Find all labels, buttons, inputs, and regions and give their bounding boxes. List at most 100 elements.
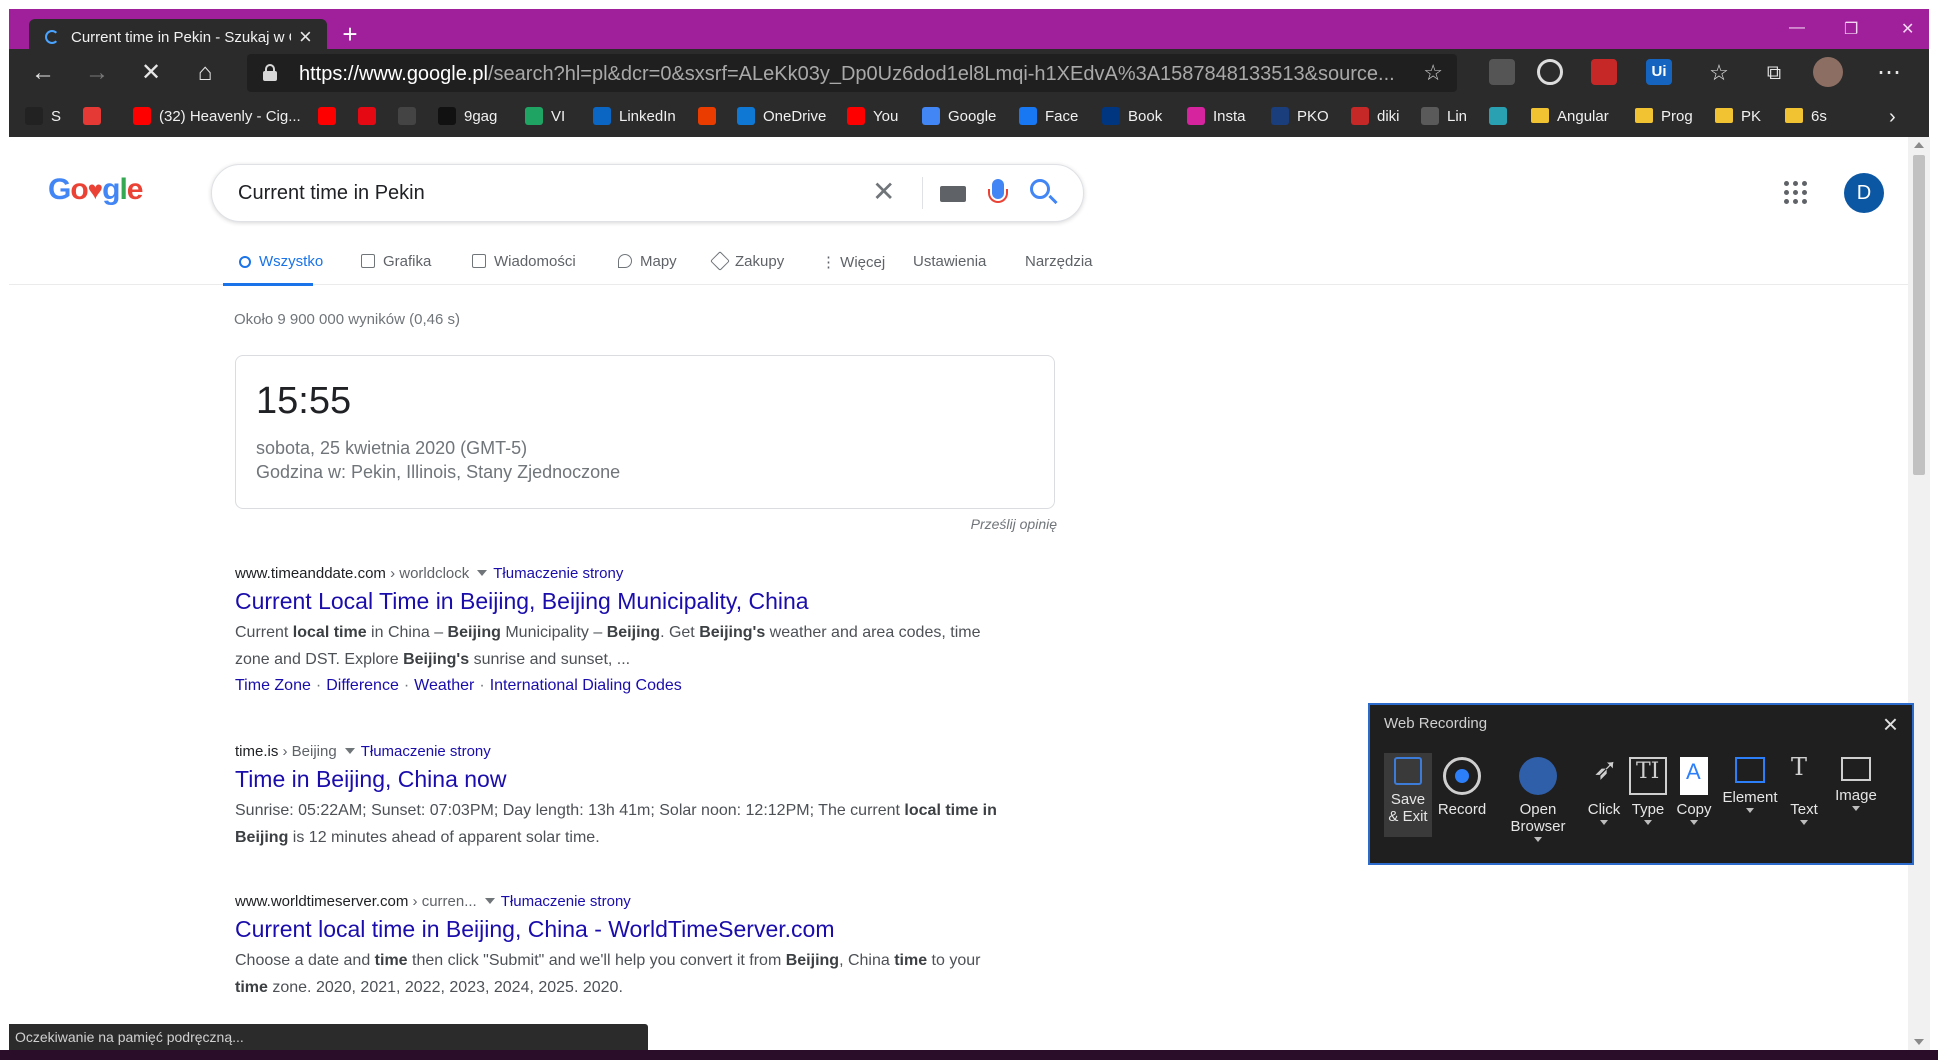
extension-record-icon[interactable] [1537, 59, 1563, 85]
translate-page-link[interactable]: Tłumaczenie strony [361, 743, 491, 760]
sitelink[interactable]: Weather [414, 677, 474, 694]
dropdown-caret-icon[interactable] [1800, 820, 1808, 825]
search-input[interactable]: Current time in Pekin [238, 182, 425, 205]
result-title-link[interactable]: Time in Beijing, China now [235, 766, 1015, 793]
bookmark-item[interactable]: Lin [1421, 105, 1467, 129]
collections-icon[interactable]: ⧉ [1756, 55, 1792, 91]
feedback-link[interactable]: Prześlij opinię [887, 516, 1057, 532]
home-icon[interactable]: ⌂ [187, 55, 223, 91]
restore-button[interactable]: ❐ [1844, 19, 1858, 39]
bookmark-item[interactable]: VI [525, 105, 565, 129]
tab-settings[interactable]: Ustawienia [913, 253, 986, 270]
dropdown-caret-icon[interactable] [1644, 820, 1652, 825]
stop-loading-icon[interactable]: ✕ [133, 55, 169, 91]
clear-search-icon[interactable]: ✕ [872, 175, 895, 208]
bookmark-item[interactable]: 9gag [438, 105, 497, 129]
bookmark-item[interactable] [83, 105, 109, 129]
uipath-extension-icon[interactable]: Ui [1646, 59, 1672, 85]
extension-square-icon[interactable] [1489, 59, 1515, 85]
search-box[interactable]: Current time in Pekin ✕ [211, 164, 1084, 222]
bookmark-item[interactable] [358, 105, 384, 129]
bookmark-item[interactable]: PK [1715, 105, 1761, 129]
forward-arrow-icon[interactable]: → [79, 55, 115, 91]
bookmark-item[interactable]: You [847, 105, 898, 129]
profile-avatar[interactable] [1813, 57, 1843, 87]
copy-button[interactable]: A Copy [1670, 757, 1718, 825]
bookmark-item[interactable]: LinkedIn [593, 105, 676, 129]
tab-more[interactable]: ⋮ Więcej [821, 253, 885, 271]
scroll-up-icon[interactable] [1914, 142, 1924, 148]
element-button[interactable]: Element [1720, 757, 1780, 813]
account-avatar[interactable]: D [1844, 173, 1884, 213]
sitelink[interactable]: Difference [326, 677, 399, 694]
page-scrollbar[interactable] [1908, 137, 1930, 1050]
translate-page-link[interactable]: Tłumaczenie strony [493, 565, 623, 582]
result-host[interactable]: www.timeanddate.com [235, 565, 386, 582]
bookmark-item[interactable]: Angular [1531, 105, 1609, 129]
google-logo[interactable]: Go♥gle [48, 173, 143, 207]
tab-images[interactable]: Grafika [361, 253, 431, 270]
tab-close-icon[interactable]: × [299, 24, 312, 50]
bookmark-item[interactable]: PKO [1271, 105, 1329, 129]
dropdown-triangle-icon[interactable] [344, 748, 355, 754]
translate-page-link[interactable]: Tłumaczenie strony [501, 893, 631, 910]
more-options-icon[interactable]: ⋯ [1871, 55, 1907, 91]
result-url[interactable]: www.worldtimeserver.com › curren... Tłuma… [235, 893, 1015, 910]
save-exit-button[interactable]: Save & Exit [1384, 753, 1432, 837]
bookmark-item[interactable] [1489, 105, 1515, 129]
new-tab-button[interactable]: + [335, 19, 365, 50]
bookmark-item[interactable]: Prog [1635, 105, 1693, 129]
url-text[interactable]: https://www.google.pl/search?hl=pl&dcr=0… [299, 63, 1399, 86]
tab-maps[interactable]: Mapy [618, 253, 677, 270]
result-url[interactable]: www.timeanddate.com › worldclock Tłumacze… [235, 565, 1015, 582]
adblock-icon[interactable] [1591, 59, 1617, 85]
bookmark-item[interactable] [318, 105, 344, 129]
result-host[interactable]: www.worldtimeserver.com [235, 893, 408, 910]
dropdown-triangle-icon[interactable] [477, 570, 488, 576]
sitelink[interactable]: Time Zone [235, 677, 311, 694]
dropdown-caret-icon[interactable] [1600, 820, 1608, 825]
close-window-button[interactable]: ✕ [1901, 19, 1914, 39]
click-button[interactable]: ➶ Click [1582, 755, 1626, 825]
close-icon[interactable]: × [1883, 709, 1898, 740]
result-url[interactable]: time.is › Beijing Tłumaczenie strony [235, 743, 1015, 760]
keyboard-icon[interactable] [940, 186, 966, 202]
bookmark-item[interactable] [398, 105, 424, 129]
bookmark-item[interactable]: 6s [1785, 105, 1827, 129]
address-bar[interactable]: https://www.google.pl/search?hl=pl&dcr=0… [247, 54, 1457, 92]
record-button[interactable]: Record [1434, 757, 1490, 818]
bookmark-item[interactable]: S [25, 105, 61, 129]
bookmark-item[interactable]: diki [1351, 105, 1400, 129]
favorite-star-icon[interactable]: ☆ [1423, 60, 1443, 86]
favorites-list-icon[interactable]: ☆ [1701, 55, 1737, 91]
open-browser-button[interactable]: Open Browser [1502, 757, 1574, 842]
bookmark-item[interactable]: Face [1019, 105, 1078, 129]
tab-news[interactable]: Wiadomości [472, 253, 576, 270]
scrollbar-thumb[interactable] [1913, 155, 1925, 475]
bookmark-item[interactable]: Google [922, 105, 996, 129]
result-title-link[interactable]: Current Local Time in Beijing, Beijing M… [235, 588, 1015, 615]
dropdown-triangle-icon[interactable] [484, 898, 495, 904]
text-button[interactable]: T Text [1784, 755, 1824, 825]
sitelink[interactable]: International Dialing Codes [490, 677, 682, 694]
dropdown-caret-icon[interactable] [1534, 837, 1542, 842]
minimize-button[interactable]: — [1789, 19, 1805, 37]
bookmark-item[interactable]: Insta [1187, 105, 1246, 129]
dropdown-caret-icon[interactable] [1746, 808, 1754, 813]
bookmarks-overflow-icon[interactable]: › [1889, 105, 1896, 129]
back-arrow-icon[interactable]: ← [25, 55, 61, 91]
search-icon[interactable] [1030, 179, 1050, 199]
tab-tools[interactable]: Narzędzia [1025, 253, 1093, 270]
bookmark-item[interactable] [698, 105, 724, 129]
dropdown-caret-icon[interactable] [1690, 820, 1698, 825]
tab-all[interactable]: Wszystko [239, 253, 323, 270]
result-host[interactable]: time.is [235, 743, 278, 760]
dropdown-caret-icon[interactable] [1852, 806, 1860, 811]
tab-shopping[interactable]: Zakupy [710, 251, 784, 271]
image-button[interactable]: Image [1828, 757, 1884, 811]
bookmark-item[interactable]: Book [1102, 105, 1162, 129]
scroll-down-icon[interactable] [1914, 1039, 1924, 1045]
type-button[interactable]: TI Type [1626, 757, 1670, 825]
bookmark-item[interactable]: OneDrive [737, 105, 826, 129]
result-title-link[interactable]: Current local time in Beijing, China - W… [235, 916, 1015, 943]
